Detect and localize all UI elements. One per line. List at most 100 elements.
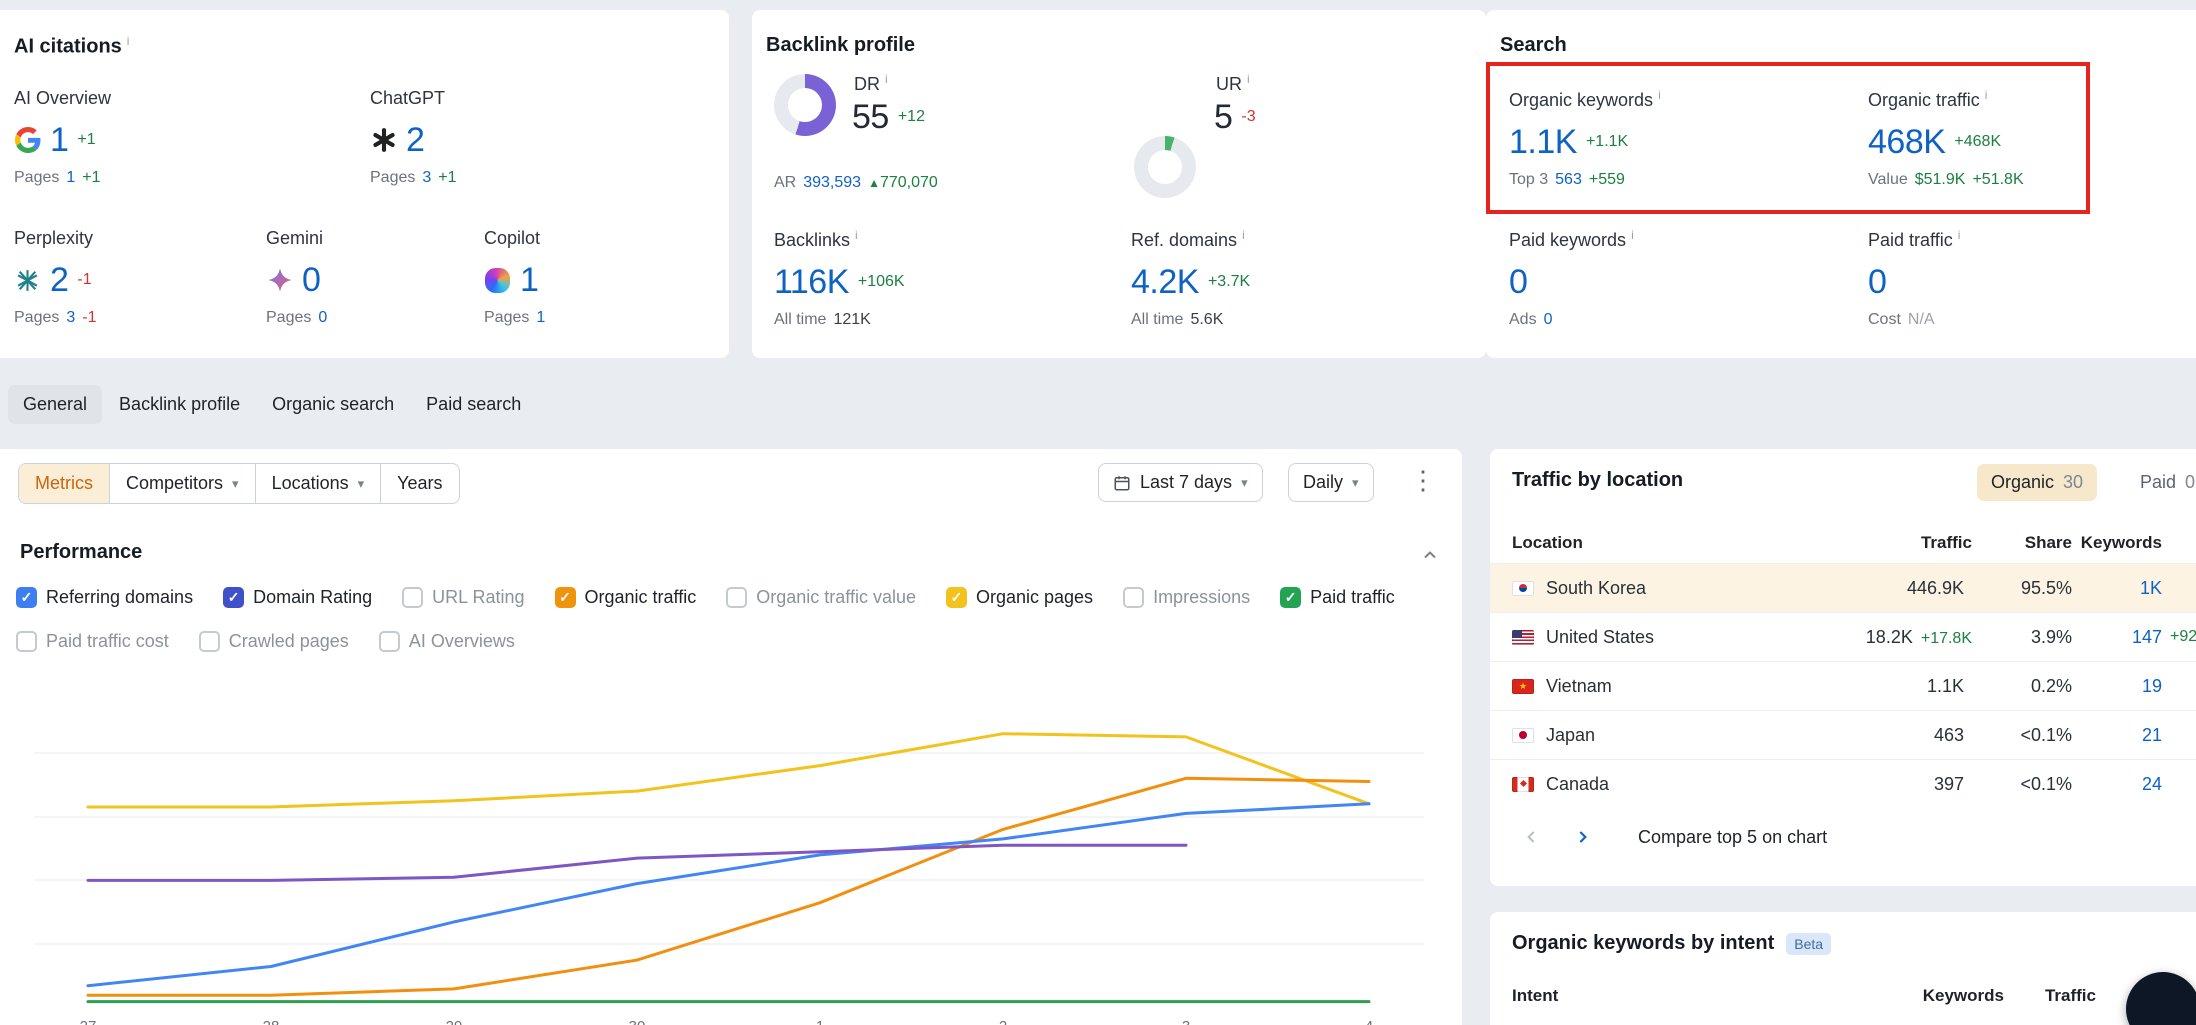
competitors-segment[interactable]: Competitors▾	[109, 464, 255, 503]
paid-toggle[interactable]: Paid0	[2126, 464, 2196, 501]
chevron-down-icon: ▾	[1352, 475, 1359, 491]
checkbox-url-rating[interactable]: URL Rating	[402, 587, 524, 608]
metric-label: Gemini	[266, 228, 327, 249]
backlinks-delta: +106K	[858, 273, 905, 291]
checkbox-paid-traffic-cost[interactable]: Paid traffic cost	[16, 631, 169, 652]
chatgpt-metric: ChatGPT 2 Pages3+1	[370, 88, 457, 187]
info-icon[interactable]: i	[1985, 88, 1988, 102]
column-location: Location	[1512, 533, 1812, 553]
checkbox-label: Impressions	[1153, 587, 1250, 608]
keywords-value[interactable]: 147	[2132, 627, 2162, 647]
locations-segment[interactable]: Locations▾	[255, 464, 381, 503]
granularity-button[interactable]: Daily ▾	[1288, 463, 1374, 502]
info-icon[interactable]: i	[1631, 228, 1634, 242]
metric-value[interactable]: 0	[302, 261, 320, 300]
info-icon[interactable]: i	[1658, 88, 1661, 102]
location-table: Location Traffic Share Keywords South Ko…	[1490, 523, 2196, 808]
pages-value[interactable]: 3	[66, 309, 75, 327]
metric-value[interactable]: 1	[520, 261, 538, 300]
info-icon[interactable]: i	[127, 34, 130, 48]
performance-panel: Metrics Competitors▾ Locations▾ Years La…	[0, 449, 1462, 1025]
info-icon[interactable]: i	[1242, 228, 1245, 242]
traffic-value: 463	[1934, 725, 1964, 746]
metric-checkbox-row-2: Paid traffic cost Crawled pages AI Overv…	[16, 631, 515, 652]
info-icon[interactable]: i	[1247, 72, 1250, 86]
checkbox-impressions[interactable]: Impressions	[1123, 587, 1250, 608]
checkbox-label: Crawled pages	[229, 631, 349, 652]
organic-traffic-value[interactable]: 468K	[1868, 123, 1945, 162]
metric-value[interactable]: 2	[50, 261, 68, 300]
organic-keywords-value[interactable]: 1.1K	[1509, 123, 1577, 162]
collapse-section-button[interactable]	[1420, 545, 1440, 570]
value-delta: +51.8K	[1972, 171, 2023, 189]
checkbox-organic-traffic-value[interactable]: Organic traffic value	[726, 587, 916, 608]
backlinks-value[interactable]: 116K	[774, 263, 849, 302]
years-segment[interactable]: Years	[380, 464, 458, 503]
top3-value[interactable]: 563	[1555, 171, 1582, 189]
checkbox-checked-icon: ✓	[1280, 587, 1301, 608]
performance-chart[interactable]: 272829301234	[24, 679, 1436, 1025]
location-name: United States	[1546, 627, 1654, 648]
pages-label: Pages	[14, 309, 59, 327]
pages-value[interactable]: 1	[66, 169, 75, 187]
more-options-icon[interactable]: ⋮	[1410, 465, 1436, 496]
performance-heading: Performance	[20, 541, 142, 564]
paid-keywords-value[interactable]: 0	[1509, 263, 1527, 302]
tab-backlink-profile[interactable]: Backlink profile	[104, 385, 255, 424]
perplexity-metric: Perplexity 2 -1 Pages3-1	[14, 228, 97, 327]
keywords-value[interactable]: 24	[2142, 774, 2162, 794]
checkbox-organic-pages[interactable]: ✓Organic pages	[946, 587, 1093, 608]
checkbox-unchecked-icon	[1123, 587, 1144, 608]
metric-value[interactable]: 1	[50, 121, 68, 160]
keywords-by-intent-panel: Organic keywords by intent Beta Intent K…	[1490, 912, 2196, 1025]
pages-value[interactable]: 3	[422, 169, 431, 187]
ref-domains-delta: +3.7K	[1208, 273, 1250, 291]
previous-page-icon[interactable]	[1514, 819, 1550, 855]
date-range-button[interactable]: Last 7 days ▾	[1098, 463, 1263, 502]
keywords-value[interactable]: 21	[2142, 725, 2162, 745]
checkbox-ai-overviews[interactable]: AI Overviews	[379, 631, 515, 652]
info-icon[interactable]: i	[855, 228, 858, 242]
ads-value[interactable]: 0	[1544, 311, 1553, 329]
metrics-segment[interactable]: Metrics	[19, 464, 109, 503]
ref-domains-metric: Ref. domainsi 4.2K +3.7K All time5.6K	[1131, 228, 1250, 329]
pages-delta: +1	[82, 169, 100, 187]
ar-value[interactable]: 393,593	[803, 174, 861, 192]
search-title: Search	[1500, 34, 1567, 57]
top3-label: Top 3	[1509, 171, 1548, 189]
metric-value[interactable]: 2	[406, 121, 424, 160]
compare-top5-link[interactable]: Compare top 5 on chart	[1638, 827, 1827, 848]
checkbox-organic-traffic[interactable]: ✓Organic traffic	[555, 587, 697, 608]
checkbox-paid-traffic[interactable]: ✓Paid traffic	[1280, 587, 1395, 608]
checkbox-label: Organic traffic value	[756, 587, 916, 608]
checkbox-label: AI Overviews	[409, 631, 515, 652]
united-states-flag-icon	[1512, 630, 1534, 645]
date-range-label: Last 7 days	[1140, 472, 1232, 493]
top3-delta: +559	[1589, 171, 1625, 189]
keywords-value[interactable]: 1K	[2140, 578, 2162, 598]
paid-traffic-value[interactable]: 0	[1868, 263, 1886, 302]
column-keywords: Keywords	[1884, 986, 2004, 1006]
keywords-value[interactable]: 19	[2142, 676, 2162, 696]
gemini-icon	[266, 267, 293, 294]
column-share: Share	[1972, 533, 2072, 553]
organic-toggle[interactable]: Organic30	[1977, 464, 2097, 501]
info-icon[interactable]: i	[885, 72, 888, 86]
ref-domains-label: Ref. domains	[1131, 230, 1237, 250]
next-page-icon[interactable]	[1564, 819, 1600, 855]
info-icon[interactable]: i	[1958, 228, 1961, 242]
checkbox-domain-rating[interactable]: ✓Domain Rating	[223, 587, 372, 608]
checkbox-crawled-pages[interactable]: Crawled pages	[199, 631, 349, 652]
pages-value[interactable]: 0	[318, 309, 327, 327]
metric-label: AI Overview	[14, 88, 111, 109]
backlink-profile-card: Backlink profile DRi 55 +12 AR 393,593 ▲…	[752, 10, 1486, 358]
tab-organic-search[interactable]: Organic search	[257, 385, 409, 424]
tab-paid-search[interactable]: Paid search	[411, 385, 536, 424]
checkbox-referring-domains[interactable]: ✓Referring domains	[16, 587, 193, 608]
tab-general[interactable]: General	[8, 385, 102, 424]
x-tick-label: 4	[1365, 1018, 1373, 1025]
ur-delta: -3	[1241, 108, 1255, 126]
ai-citations-title-text: AI citations	[14, 36, 122, 58]
pages-value[interactable]: 1	[536, 309, 545, 327]
ref-domains-value[interactable]: 4.2K	[1131, 263, 1199, 302]
